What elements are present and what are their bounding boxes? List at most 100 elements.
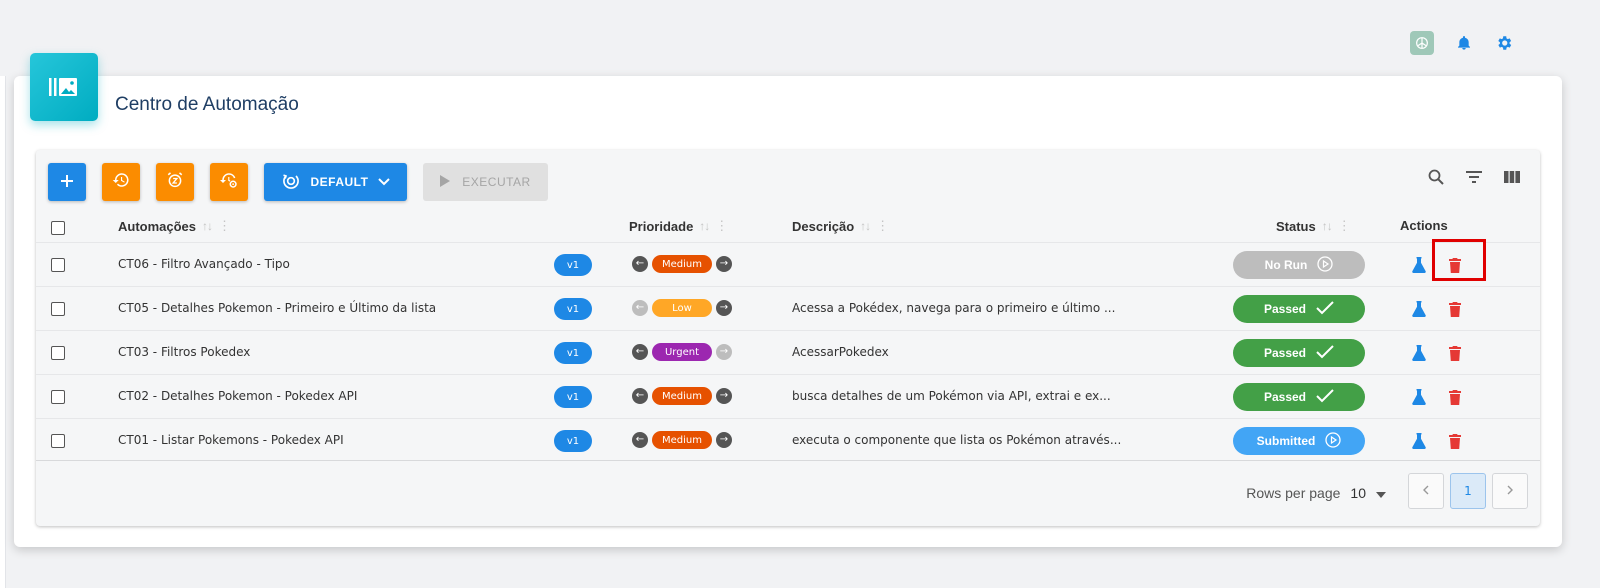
- history-button[interactable]: [102, 163, 140, 201]
- columns-icon[interactable]: [1502, 167, 1522, 187]
- environment-dropdown[interactable]: DEFAULT: [264, 163, 407, 201]
- priority-increase-icon[interactable]: →: [716, 388, 732, 404]
- play-icon: [440, 174, 451, 190]
- plus-icon: [60, 173, 74, 192]
- priority-decrease-icon[interactable]: ←: [632, 256, 648, 272]
- row-checkbox[interactable]: [51, 434, 65, 448]
- chevron-down-icon: [378, 175, 391, 189]
- table-row[interactable]: CT03 - Filtros Pokedex v1 ← Urgent → Ace…: [36, 330, 1540, 374]
- trash-icon[interactable]: [1446, 344, 1464, 362]
- priority-increase-icon[interactable]: →: [716, 432, 732, 448]
- column-descricao-label: Descrição: [792, 218, 855, 234]
- column-menu-icon[interactable]: ⋮: [218, 218, 231, 234]
- automation-name[interactable]: CT01 - Listar Pokemons - Pokedex API: [118, 433, 344, 447]
- row-checkbox[interactable]: [51, 258, 65, 272]
- execute-label: EXECUTAR: [462, 175, 531, 189]
- column-menu-icon[interactable]: ⋮: [715, 218, 728, 234]
- automation-description: AcessarPokedex: [792, 345, 889, 359]
- priority-decrease-icon[interactable]: ←: [632, 344, 648, 360]
- sort-icon[interactable]: ↑↓: [699, 219, 710, 233]
- row-checkbox[interactable]: [51, 302, 65, 316]
- table-row[interactable]: CT06 - Filtro Avançado - Tipo v1 ← Mediu…: [36, 239, 1540, 286]
- automation-name[interactable]: CT02 - Detalhes Pokemon - Pokedex API: [118, 389, 357, 403]
- page-button[interactable]: 1: [1450, 473, 1486, 509]
- gear-icon[interactable]: [1494, 33, 1514, 53]
- schedule-button[interactable]: [156, 163, 194, 201]
- check-icon: [1316, 300, 1334, 318]
- row-checkbox[interactable]: [51, 346, 65, 360]
- select-all-box[interactable]: [51, 221, 65, 235]
- table-row[interactable]: CT05 - Detalhes Pokemon - Primeiro e Últ…: [36, 286, 1540, 330]
- column-status[interactable]: Status ↑↓ ⋮: [1276, 218, 1351, 234]
- check-icon: [1316, 344, 1334, 362]
- side-panel-edge: [0, 76, 6, 588]
- filter-icon[interactable]: [1464, 167, 1484, 187]
- flask-icon[interactable]: [1410, 388, 1428, 406]
- sort-icon[interactable]: ↑↓: [860, 219, 871, 233]
- priority-increase-icon[interactable]: →: [716, 256, 732, 272]
- flask-icon[interactable]: [1410, 344, 1428, 362]
- sort-icon[interactable]: ↑↓: [1322, 219, 1333, 233]
- trash-icon[interactable]: [1446, 300, 1464, 318]
- priority-tag: Urgent: [652, 343, 712, 361]
- environment-label: DEFAULT: [310, 175, 369, 189]
- trash-icon[interactable]: [1446, 388, 1464, 406]
- environment-icon: [281, 171, 301, 194]
- priority-decrease-icon[interactable]: ←: [632, 388, 648, 404]
- table-row[interactable]: CT02 - Detalhes Pokemon - Pokedex API v1…: [36, 374, 1540, 418]
- status-badge[interactable]: No Run: [1233, 251, 1365, 279]
- flask-icon[interactable]: [1410, 256, 1428, 274]
- ai-assistant-icon[interactable]: [1410, 31, 1434, 55]
- priority-tag: Medium: [652, 255, 712, 273]
- play-circle-icon: [1317, 255, 1333, 275]
- status-badge[interactable]: Passed: [1233, 383, 1365, 411]
- version-badge: v1: [554, 254, 592, 276]
- caret-down-icon[interactable]: [1376, 485, 1386, 501]
- status-badge[interactable]: Submitted: [1233, 427, 1365, 455]
- bell-icon[interactable]: [1454, 33, 1474, 53]
- automation-name[interactable]: CT03 - Filtros Pokedex: [118, 345, 250, 359]
- trash-icon[interactable]: [1446, 432, 1464, 450]
- add-button[interactable]: [48, 163, 86, 201]
- page-title: Centro de Automação: [115, 94, 299, 115]
- table-toolbar: DEFAULT EXECUTAR: [48, 163, 548, 201]
- priority-decrease-icon[interactable]: ←: [632, 432, 648, 448]
- gallery-icon: [30, 53, 98, 121]
- column-menu-icon[interactable]: ⋮: [876, 218, 889, 234]
- version-badge: v1: [554, 342, 592, 364]
- priority-control: ← Low →: [632, 299, 732, 317]
- priority-control: ← Urgent →: [632, 343, 732, 361]
- status-badge[interactable]: Passed: [1233, 339, 1365, 367]
- priority-control: ← Medium →: [632, 431, 732, 449]
- table-row[interactable]: CT01 - Listar Pokemons - Pokedex API v1 …: [36, 418, 1540, 462]
- next-page-button[interactable]: [1492, 473, 1528, 509]
- column-actions-label: Actions: [1400, 218, 1448, 233]
- table-footer: Rows per page 10 1: [36, 460, 1540, 526]
- column-automacoes-label: Automações: [118, 218, 197, 234]
- priority-tag: Low: [652, 299, 712, 317]
- rows-per-page-select[interactable]: 10: [1350, 485, 1366, 501]
- history-settings-button[interactable]: [210, 163, 248, 201]
- column-prioridade[interactable]: Prioridade ↑↓ ⋮: [629, 218, 728, 234]
- select-all-checkbox[interactable]: [51, 221, 65, 235]
- column-descricao[interactable]: Descrição ↑↓ ⋮: [792, 218, 889, 234]
- status-badge[interactable]: Passed: [1233, 295, 1365, 323]
- priority-increase-icon[interactable]: →: [716, 300, 732, 316]
- row-checkbox[interactable]: [51, 390, 65, 404]
- priority-increase-icon[interactable]: →: [716, 344, 732, 360]
- execute-button[interactable]: EXECUTAR: [423, 163, 548, 201]
- sort-icon[interactable]: ↑↓: [202, 219, 213, 233]
- column-automacoes[interactable]: Automações ↑↓ ⋮: [118, 218, 231, 234]
- flask-icon[interactable]: [1410, 300, 1428, 318]
- automation-name[interactable]: CT06 - Filtro Avançado - Tipo: [118, 257, 290, 271]
- flask-icon[interactable]: [1410, 432, 1428, 450]
- search-icon[interactable]: [1426, 167, 1446, 187]
- priority-decrease-icon[interactable]: ←: [632, 300, 648, 316]
- previous-page-button[interactable]: [1408, 473, 1444, 509]
- table-tools: [1426, 167, 1522, 187]
- version-badge: v1: [554, 386, 592, 408]
- delete-highlight-box: [1432, 239, 1486, 281]
- automation-description: executa o componente que lista os Pokémo…: [792, 433, 1122, 447]
- column-menu-icon[interactable]: ⋮: [1338, 218, 1351, 234]
- automation-name[interactable]: CT05 - Detalhes Pokemon - Primeiro e Últ…: [118, 301, 436, 315]
